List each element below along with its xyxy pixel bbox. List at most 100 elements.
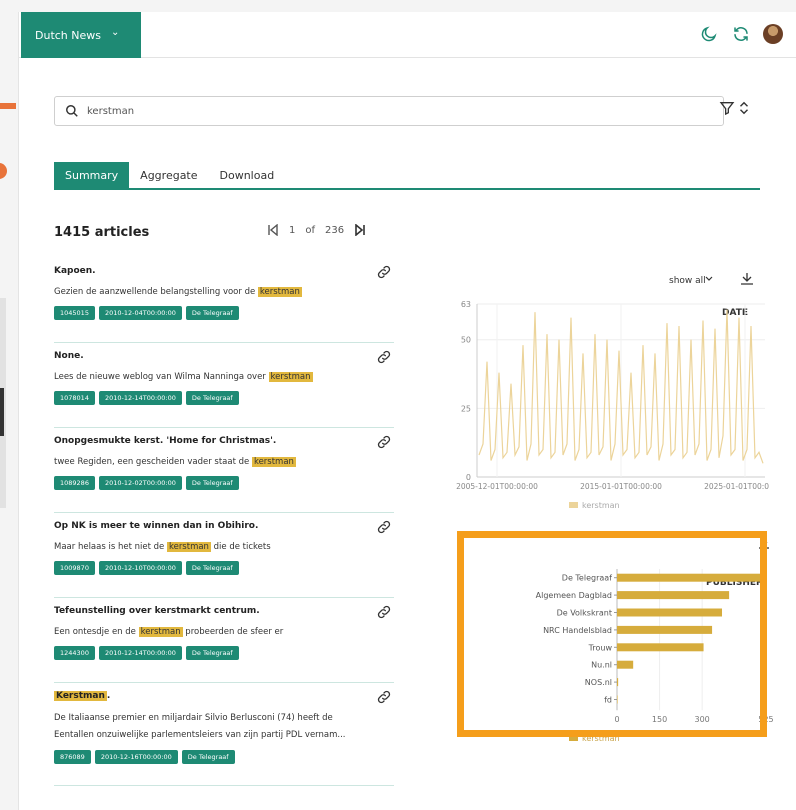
total-pages: 236	[325, 224, 345, 236]
bar	[617, 591, 730, 600]
article-snippet: Lees de nieuwe weblog van Wilma Nanninga…	[54, 370, 394, 385]
tab-aggregate[interactable]: Aggregate	[129, 162, 208, 188]
link-icon[interactable]	[376, 689, 392, 705]
link-icon[interactable]	[376, 519, 392, 535]
highlight: kerstman	[251, 457, 296, 467]
x-tick-label: 2015-01-01T00:00:00	[580, 482, 662, 491]
list-item[interactable]: Kerstman. De Italiaanse premier en milja…	[54, 683, 394, 786]
moon-icon[interactable]	[699, 24, 719, 44]
article-date-badge: 2010-12-14T00:00:00	[98, 391, 182, 405]
legend-label: kerstman	[582, 501, 620, 510]
bar	[617, 625, 713, 634]
view-tabs: Summary Aggregate Download	[54, 162, 760, 190]
article-date-badge: 2010-12-10T00:00:00	[98, 561, 182, 575]
snippet-text: Eentallen onzuiwelijke parlementsleiers …	[54, 730, 346, 740]
y-tick-label: 0	[466, 473, 471, 482]
refresh-icon[interactable]	[731, 24, 751, 44]
title-text: .	[106, 691, 111, 701]
y-tick-label: 50	[461, 336, 471, 345]
article-id-badge: 1244300	[54, 646, 95, 660]
first-page-icon[interactable]	[267, 224, 279, 236]
snippet-text: Gezien de aanzwellende belangstelling vo…	[54, 287, 258, 297]
chevron-down-icon: ⌄	[111, 27, 120, 38]
list-item[interactable]: Kapoen. Gezien de aanzwellende belangste…	[54, 258, 394, 343]
bar	[617, 678, 619, 687]
snippet-text: Lees de nieuwe weblog van Wilma Nanninga…	[54, 372, 269, 382]
show-all-toggle[interactable]: show all	[669, 276, 706, 286]
background-panel-dark	[0, 388, 4, 436]
link-icon[interactable]	[376, 434, 392, 450]
x-tick-label: 2005-12-01T00:00:00	[456, 482, 538, 491]
article-id-badge: 876089	[54, 750, 91, 764]
article-tags: 876089 2010-12-16T00:00:00 De Telegraaf	[54, 750, 394, 764]
article-title[interactable]: Kerstman.	[54, 691, 394, 701]
tab-summary[interactable]: Summary	[54, 162, 130, 188]
article-tags: 1009870 2010-12-10T00:00:00 De Telegraaf	[54, 561, 394, 575]
date-chart-svg: show all DATE 0 25 50 63 2005-12-01T00:00:0…	[456, 273, 786, 510]
snippet-text: die de tickets	[210, 542, 271, 552]
search-bar	[54, 96, 724, 126]
search-icon	[66, 105, 78, 117]
article-title[interactable]: Op NK is meer te winnen dan in Obihiro.	[54, 521, 394, 531]
article-publisher-badge: De Telegraaf	[185, 306, 239, 320]
article-count: 1415 articles	[54, 225, 150, 240]
bar	[617, 573, 765, 582]
app-screen: Dutch News ⌄ Summary Aggregate	[0, 0, 796, 810]
publisher-chart-svg: PUBLISHER De TelegraafAlgemeen DagbladDe…	[536, 538, 774, 743]
link-icon[interactable]	[376, 349, 392, 365]
list-item[interactable]: Op NK is meer te winnen dan in Obihiro. …	[54, 513, 394, 598]
highlight: Kerstman	[54, 691, 107, 701]
list-item[interactable]: Tefeunstelling over kerstmarkt centrum. …	[54, 598, 394, 683]
snippet-text: Maar helaas is het niet de	[54, 542, 167, 552]
category-label: Algemeen Dagblad	[536, 591, 612, 600]
sort-icon[interactable]	[739, 101, 749, 115]
link-icon[interactable]	[376, 264, 392, 280]
highlight: kerstman	[268, 372, 313, 382]
article-list: Kapoen. Gezien de aanzwellende belangste…	[54, 258, 394, 786]
article-publisher-badge: De Telegraaf	[185, 646, 239, 660]
snippet-text: probeerden de sfeer er	[182, 627, 284, 637]
top-actions	[699, 24, 783, 44]
highlight: kerstman	[257, 287, 302, 297]
snippet-text: De Italiaanse premier en miljardair Silv…	[54, 713, 333, 723]
category-label: Trouw	[588, 643, 613, 652]
y-tick-label: 63	[461, 300, 471, 309]
download-icon[interactable]	[759, 538, 769, 549]
current-page[interactable]: 1	[289, 225, 295, 236]
list-item[interactable]: None. Lees de nieuwe weblog van Wilma Na…	[54, 343, 394, 428]
bar	[617, 660, 634, 669]
article-title[interactable]: Tefeunstelling over kerstmarkt centrum.	[54, 606, 394, 616]
article-id-badge: 1078014	[54, 391, 95, 405]
y-tick-label: 25	[461, 404, 471, 413]
article-title[interactable]: Onopgesmukte kerst. 'Home for Christmas'…	[54, 436, 394, 446]
article-snippet: twee Regiden, een gescheiden vader staat…	[54, 455, 394, 470]
list-item[interactable]: Onopgesmukte kerst. 'Home for Christmas'…	[54, 428, 394, 513]
link-icon[interactable]	[376, 604, 392, 620]
highlight: kerstman	[166, 542, 211, 552]
x-tick-label: 0	[614, 715, 619, 724]
x-tick-label: 2025-01-01T00:00:00	[704, 482, 769, 491]
article-publisher-badge: De Telegraaf	[185, 561, 239, 575]
bar	[617, 608, 723, 617]
article-snippet: Maar helaas is het niet de kerstman die …	[54, 540, 394, 555]
bar	[617, 695, 618, 704]
download-icon[interactable]	[741, 273, 753, 285]
search-input[interactable]	[87, 105, 687, 117]
article-title[interactable]: None.	[54, 351, 394, 361]
article-tags: 1244300 2010-12-14T00:00:00 De Telegraaf	[54, 646, 394, 660]
article-date-badge: 2010-12-04T00:00:00	[98, 306, 182, 320]
chart-title: DATE	[722, 308, 748, 318]
chevron-down-icon[interactable]	[705, 276, 713, 281]
article-publisher-badge: De Telegraaf	[185, 391, 239, 405]
avatar[interactable]	[763, 24, 783, 44]
tab-download[interactable]: Download	[209, 162, 286, 188]
filter-icon[interactable]	[719, 100, 735, 116]
article-tags: 1078014 2010-12-14T00:00:00 De Telegraaf	[54, 391, 394, 405]
article-id-badge: 1089286	[54, 476, 95, 490]
article-id-badge: 1045015	[54, 306, 95, 320]
corpus-selector[interactable]: Dutch News ⌄	[21, 12, 141, 58]
last-page-icon[interactable]	[354, 224, 366, 236]
page-of-label: of	[305, 224, 316, 236]
article-title[interactable]: Kapoen.	[54, 266, 394, 276]
pagination: 1 of 236	[267, 224, 366, 236]
